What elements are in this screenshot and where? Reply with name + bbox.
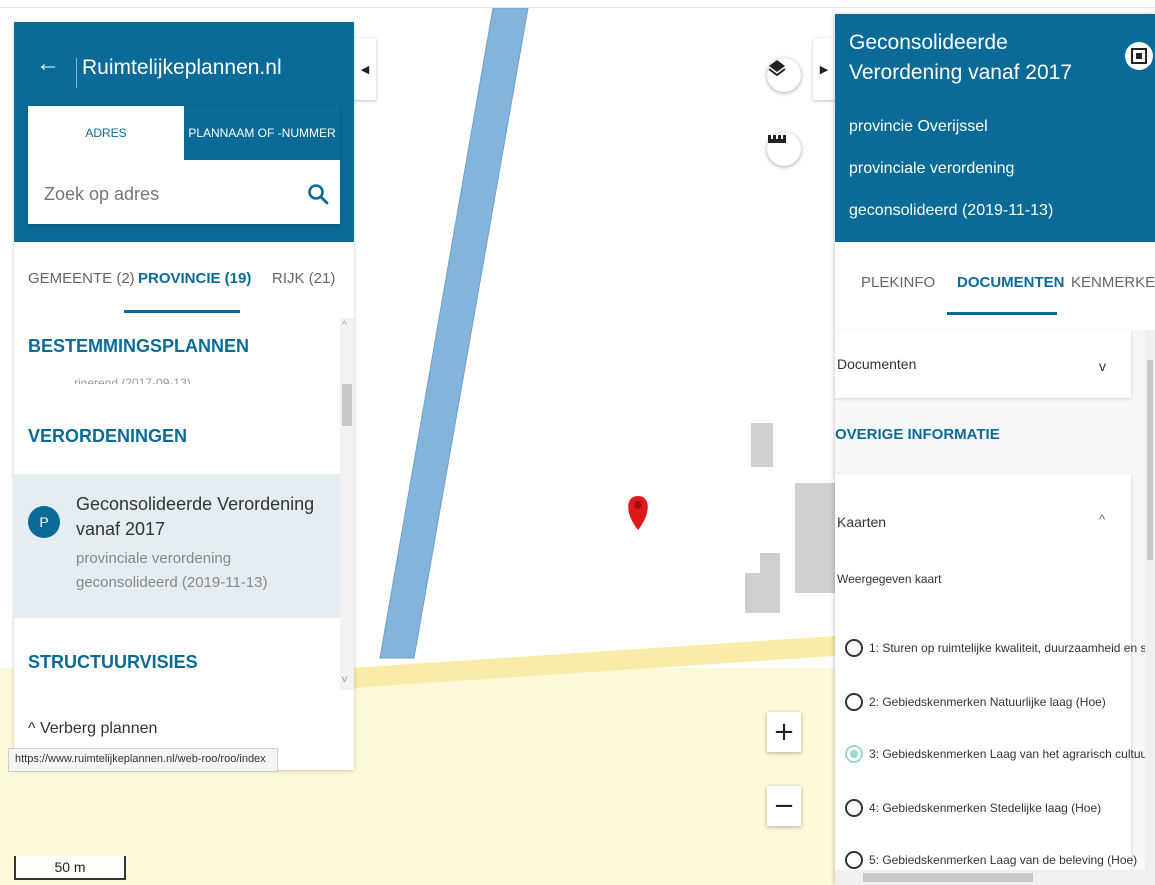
app-title: Ruimtelijkeplannen.nl	[82, 56, 282, 79]
radio-button[interactable]	[845, 693, 863, 711]
documenten-label: Documenten	[837, 356, 917, 372]
right-horizontal-scrollbar[interactable]	[835, 870, 1145, 885]
layers-button[interactable]	[767, 58, 801, 92]
map-option-label: 3: Gebiedskenmerken Laag van het agraris…	[869, 747, 1155, 761]
tab-kenmerken[interactable]: KENMERKEN	[1071, 274, 1155, 291]
caret-right-icon: ▶	[819, 63, 829, 76]
chevron-down-icon: v	[1099, 358, 1106, 374]
plan-type-avatar: P	[28, 506, 60, 538]
map-building	[795, 483, 835, 593]
tab-documenten[interactable]: DOCUMENTEN	[957, 274, 1065, 291]
scrollbar-thumb[interactable]	[1147, 360, 1153, 560]
map-option-5[interactable]: 5: Gebiedskenmerken Laag van de beleving…	[845, 848, 1155, 872]
right-vertical-scrollbar[interactable]	[1145, 330, 1155, 885]
plan-list: BESTEMMINGSPLANNEN rigerend (2017-09-13)…	[14, 318, 340, 770]
tab-address[interactable]: ADRES	[28, 106, 184, 160]
list-item-selected[interactable]: P Geconsolideerde Verordening vanaf 2017…	[14, 474, 340, 618]
plan-detail-province: provincie Overijssel	[849, 118, 988, 135]
plan-detail-type: provinciale verordening	[849, 160, 1015, 177]
map-option-label: 5: Gebiedskenmerken Laag van de beleving…	[869, 853, 1138, 867]
left-scrollbar[interactable]: ^ v	[340, 318, 354, 690]
zoom-out-button[interactable]: −	[767, 786, 801, 826]
zoom-in-button[interactable]: +	[767, 712, 801, 752]
back-arrow-icon[interactable]: ←	[36, 50, 60, 78]
tab-provincie[interactable]: PROVINCIE (19)	[138, 270, 251, 287]
section-bestemmingsplannen: BESTEMMINGSPLANNEN	[28, 336, 250, 356]
map-building	[745, 573, 780, 613]
tab-plekinfo[interactable]: PLEKINFO	[861, 274, 935, 291]
search-card: ADRES PLANNAAM OF -NUMMER	[28, 106, 340, 224]
right-panel-header: Geconsolideerde Verordening vanaf 2017 p…	[835, 14, 1155, 242]
plan-subtitle-status: geconsolideerd (2019-11-13)	[76, 574, 268, 591]
plan-type-tabs: GEMEENTE (2) PROVINCIE (19) RIJK (21)	[14, 242, 354, 318]
tab-plan-name[interactable]: PLANNAAM OF -NUMMER	[184, 106, 340, 160]
plan-title: Geconsolideerde Verordening vanaf 2017	[76, 494, 315, 539]
detail-tabs: PLEKINFO DOCUMENTEN KENMERKEN	[835, 242, 1155, 330]
expand-button[interactable]	[1125, 42, 1153, 70]
kaarten-label: Kaarten	[837, 514, 887, 530]
map-option-label: 4: Gebiedskenmerken Stedelijke laag (Hoe…	[869, 801, 1102, 815]
section-verordeningen: VERORDENINGEN	[28, 426, 188, 446]
map-building	[751, 423, 773, 467]
plan-subtitle-type: provinciale verordening	[76, 550, 232, 567]
active-tab-indicator	[947, 312, 1057, 315]
search-icon[interactable]	[306, 182, 330, 206]
map-scale-bar: 50 m	[14, 856, 126, 880]
fullscreen-icon	[1131, 48, 1147, 64]
address-search-input[interactable]	[44, 178, 294, 210]
caret-left-icon: ◀	[360, 63, 370, 76]
status-url-tooltip: https://www.ruimtelijkeplannen.nl/web-ro…	[8, 748, 278, 772]
left-panel: ← Ruimtelijkeplannen.nl ADRES PLANNAAM O…	[14, 22, 354, 770]
scroll-up-icon[interactable]: ^	[342, 320, 347, 331]
radio-button-checked[interactable]	[845, 745, 863, 763]
tab-gemeente[interactable]: GEMEENTE (2)	[28, 270, 135, 287]
chevron-up-icon: ^	[1099, 512, 1106, 527]
map-option-label: 1: Sturen op ruimtelijke kwaliteit, duur…	[869, 641, 1155, 655]
scrollbar-thumb[interactable]	[863, 873, 1033, 882]
scroll-down-icon[interactable]: v	[342, 674, 347, 685]
radio-button[interactable]	[845, 799, 863, 817]
plan-detail-status: geconsolideerd (2019-11-13)	[849, 202, 1054, 219]
map-option-1[interactable]: 1: Sturen op ruimtelijke kwaliteit, duur…	[845, 636, 1155, 660]
layers-icon	[768, 60, 786, 77]
radio-button[interactable]	[845, 851, 863, 869]
displayed-map-label: Weergegeven kaart	[837, 572, 942, 586]
documenten-accordion[interactable]: Documenten v	[835, 330, 1131, 398]
active-tab-indicator	[124, 310, 240, 313]
map-building	[760, 553, 780, 578]
overige-informatie-heading: OVERIGE INFORMATIE	[835, 426, 1000, 443]
kaarten-accordion[interactable]: Kaarten ^ Weergegeven kaart 1: Sturen op…	[835, 474, 1155, 885]
map-option-4[interactable]: 4: Gebiedskenmerken Stedelijke laag (Hoe…	[845, 796, 1155, 820]
left-panel-header: ← Ruimtelijkeplannen.nl ADRES PLANNAAM O…	[14, 22, 354, 242]
hide-plans-toggle[interactable]: ^ Verberg plannen	[28, 720, 157, 738]
radio-button[interactable]	[845, 639, 863, 657]
scrollbar-thumb[interactable]	[342, 384, 352, 426]
map-option-3[interactable]: 3: Gebiedskenmerken Laag van het agraris…	[845, 742, 1155, 766]
partial-hidden-text: rigerend (2017-09-13)	[74, 376, 191, 384]
map-marker-icon	[628, 496, 648, 530]
map-option-2[interactable]: 2: Gebiedskenmerken Natuurlijke laag (Ho…	[845, 690, 1155, 714]
section-structuurvisies: STRUCTUURVISIES	[28, 652, 198, 672]
map-option-label: 2: Gebiedskenmerken Natuurlijke laag (Ho…	[869, 695, 1106, 709]
detail-content: Documenten v OVERIGE INFORMATIE Kaarten …	[835, 330, 1155, 885]
browser-top-strip	[0, 0, 1155, 8]
tab-rijk[interactable]: RIJK (21)	[272, 270, 335, 287]
collapse-right-panel-button[interactable]: ▶	[813, 38, 835, 100]
plan-detail-title: Geconsolideerde Verordening vanaf 2017	[849, 31, 1073, 84]
right-panel: Geconsolideerde Verordening vanaf 2017 p…	[835, 14, 1155, 885]
measure-button[interactable]	[767, 132, 801, 166]
ruler-icon	[768, 135, 786, 143]
collapse-left-panel-button[interactable]: ◀	[354, 38, 376, 100]
map-road-blue	[379, 8, 529, 659]
